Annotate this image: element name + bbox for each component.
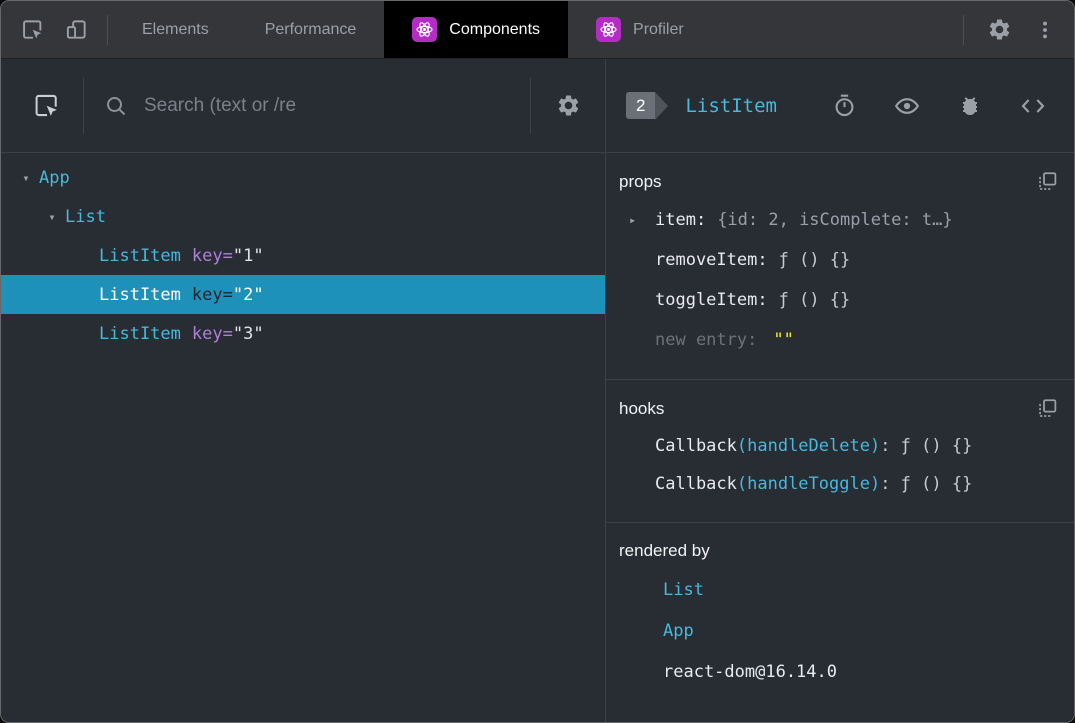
device-toolbar-icon[interactable]	[59, 13, 93, 47]
suspend-stopwatch-icon[interactable]	[827, 89, 861, 123]
devtools-tabs: Elements Performance Components Profiler	[114, 1, 712, 58]
prop-row-toggleitem[interactable]: toggleItem: ƒ () {}	[619, 280, 1058, 320]
component-name: List	[65, 206, 106, 227]
tree-row-listitem-3[interactable]: ListItem key= "3"	[1, 314, 605, 353]
react-logo-icon	[596, 17, 622, 42]
hook-name: (handleDelete)	[736, 436, 881, 456]
prop-name: item:	[655, 210, 707, 230]
selected-component-title: ListItem	[685, 94, 777, 117]
prop-value: ƒ () {}	[778, 290, 851, 310]
chevron-down-icon[interactable]: ▾	[13, 171, 39, 185]
divider	[107, 14, 108, 45]
prop-name: toggleItem:	[655, 290, 768, 310]
inspect-element-icon[interactable]	[15, 13, 49, 47]
tab-label: Components	[449, 20, 541, 38]
hook-type: Callback	[655, 436, 737, 456]
react-devtools-window: Elements Performance Components Profiler…	[0, 0, 1075, 723]
component-name: App	[39, 167, 70, 188]
prop-name: removeItem:	[655, 250, 768, 270]
tab-label: Profiler	[633, 20, 684, 38]
section-title: props	[619, 171, 662, 191]
hook-value: : ƒ () {}	[880, 474, 973, 494]
props-section-header: props	[619, 171, 1058, 192]
chevron-right-icon[interactable]: ▸	[629, 213, 636, 227]
rendered-by-header: rendered by	[619, 541, 1058, 561]
components-panel: ▾App ▾List ListItemkey="1" ListItemkey="…	[1, 59, 1074, 722]
tab-components[interactable]: Components	[384, 1, 569, 58]
search-icon	[104, 94, 128, 118]
tab-bar-left-icons	[1, 1, 101, 58]
component-tree: ▾ App ▾ List ListItem key= "1" ListItem key= "…	[1, 153, 605, 722]
hooks-list: Callback (handleDelete): ƒ () {} Callback…	[619, 427, 1058, 503]
new-entry-label: new entry:	[655, 330, 758, 350]
rendered-by-section: rendered by List App react-dom@16.14.0	[606, 523, 1074, 722]
rendered-by-renderer-version: react-dom@16.14.0	[663, 661, 837, 682]
search-bar	[104, 93, 510, 118]
divider	[530, 77, 531, 134]
divider	[83, 77, 84, 134]
rendered-by-owner-app[interactable]: App	[619, 610, 1058, 651]
chevron-down-icon[interactable]: ▾	[39, 210, 65, 224]
select-component-icon[interactable]	[29, 89, 63, 123]
inspected-element-actions	[827, 89, 1050, 123]
view-source-code-icon[interactable]	[1016, 89, 1050, 123]
key-value: "3"	[232, 323, 264, 344]
prop-value: {id: 2, isComplete: t…}	[717, 210, 953, 230]
component-name: ListItem	[99, 245, 181, 266]
key-badge: 2	[626, 91, 669, 120]
key-value: "2"	[232, 284, 264, 305]
hook-row-handletoggle[interactable]: Callback (handleToggle): ƒ () {}	[619, 465, 1058, 503]
component-tree-panel: ▾App ▾List ListItemkey="1" ListItemkey="…	[1, 59, 606, 722]
settings-gear-icon[interactable]	[982, 13, 1016, 47]
hook-value: : ƒ () {}	[880, 436, 973, 456]
hooks-section: hooks Callback (handleDelete): ƒ () {} Ca…	[606, 380, 1074, 523]
rendered-by-list: List App react-dom@16.14.0	[619, 569, 1058, 692]
inspected-element-panel: 2 ListItem props ▸ item: {id: 2, isCompl…	[606, 59, 1074, 722]
props-list: ▸ item: {id: 2, isComplete: t…} removeIt…	[619, 200, 1058, 360]
component-name: ListItem	[99, 323, 181, 344]
tree-row-listitem-1[interactable]: ListItem key= "1"	[1, 236, 605, 275]
tree-row-listitem-2-selected[interactable]: ListItem key= "2"	[1, 275, 605, 314]
tree-row-app[interactable]: ▾ App	[1, 158, 605, 197]
key-value: "1"	[232, 245, 264, 266]
tab-label: Performance	[264, 20, 357, 38]
key-badge-value: 2	[626, 92, 656, 119]
rendered-by-owner-list[interactable]: List	[619, 569, 1058, 610]
copy-icon[interactable]	[1037, 171, 1058, 192]
react-logo-icon	[412, 17, 438, 42]
section-title: rendered by	[619, 541, 710, 560]
prop-row-new-entry[interactable]: new entry: ""	[619, 320, 1058, 360]
tab-profiler[interactable]: Profiler	[568, 1, 712, 58]
search-input[interactable]	[142, 93, 510, 118]
prop-value: ƒ () {}	[778, 250, 851, 270]
tab-performance[interactable]: Performance	[237, 1, 385, 58]
new-entry-value-input[interactable]: ""	[773, 330, 793, 350]
inspect-dom-eye-icon[interactable]	[890, 89, 924, 123]
prop-row-removeitem[interactable]: removeItem: ƒ () {}	[619, 240, 1058, 280]
hook-row-handledelete[interactable]: Callback (handleDelete): ƒ () {}	[619, 427, 1058, 465]
copy-icon[interactable]	[1037, 398, 1058, 419]
kebab-menu-icon[interactable]	[1028, 13, 1062, 47]
component-name: ListItem	[99, 284, 181, 305]
key-attribute: key=	[191, 284, 233, 305]
hooks-section-header: hooks	[619, 398, 1058, 419]
hook-name: (handleToggle)	[736, 474, 881, 494]
props-section: props ▸ item: {id: 2, isComplete: t…} re…	[606, 153, 1074, 380]
tree-row-list[interactable]: ▾ List	[1, 197, 605, 236]
tab-label: Elements	[142, 20, 209, 38]
tab-bar-right-controls	[957, 1, 1074, 58]
prop-row-item[interactable]: ▸ item: {id: 2, isComplete: t…}	[619, 200, 1058, 240]
tree-settings-gear-icon[interactable]	[551, 89, 585, 123]
tab-elements[interactable]: Elements	[114, 1, 237, 58]
key-attribute: key=	[191, 323, 233, 344]
hook-type: Callback	[655, 474, 737, 494]
divider	[963, 14, 964, 45]
key-attribute: key=	[191, 245, 233, 266]
debug-bug-icon[interactable]	[953, 89, 987, 123]
devtools-tab-bar: Elements Performance Components Profiler	[1, 1, 1074, 59]
tree-toolbar	[1, 59, 605, 153]
inspected-element-header: 2 ListItem	[606, 59, 1074, 153]
section-title: hooks	[619, 398, 665, 418]
key-badge-pointer	[655, 91, 669, 120]
